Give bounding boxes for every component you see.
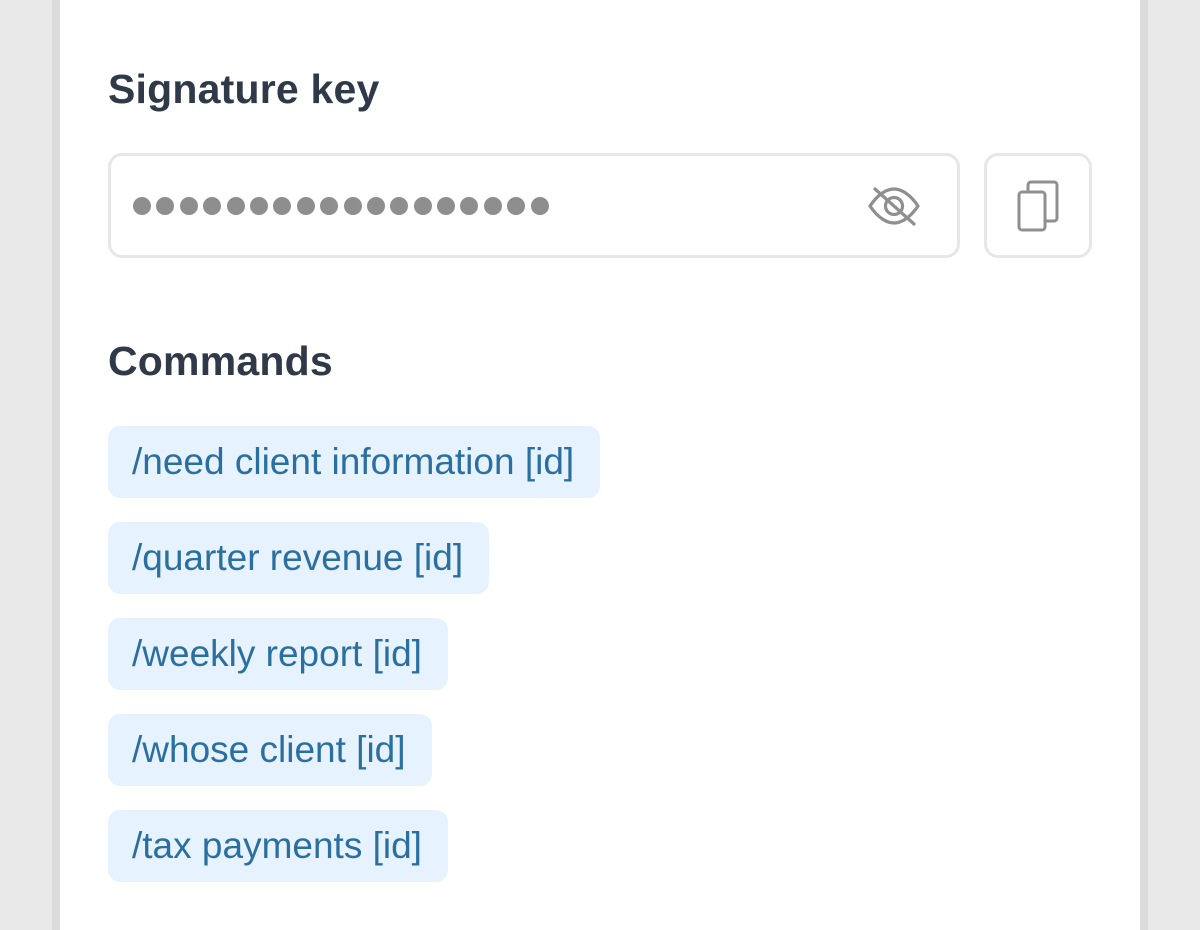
command-chip[interactable]: /tax payments [id] <box>108 810 448 882</box>
signature-key-title: Signature key <box>108 66 380 112</box>
mask-dot <box>320 197 339 215</box>
mask-dot <box>483 197 502 215</box>
mask-dot <box>156 197 175 215</box>
commands-title: Commands <box>108 338 333 384</box>
mask-dot <box>133 197 151 215</box>
mask-dot <box>507 197 526 215</box>
commands-list: /need client information [id] /quarter r… <box>108 426 1008 906</box>
copy-icon <box>1015 178 1061 234</box>
command-chip[interactable]: /weekly report [id] <box>108 618 448 690</box>
command-chip[interactable]: /need client information [id] <box>108 426 601 498</box>
signature-key-field[interactable] <box>108 153 960 258</box>
mask-dot <box>203 197 222 215</box>
mask-dot <box>179 197 198 215</box>
mask-dot <box>530 197 549 215</box>
mask-dot <box>366 197 385 215</box>
mask-dot <box>413 197 432 215</box>
mask-dot <box>296 197 315 215</box>
command-chip[interactable]: /quarter revenue [id] <box>108 522 490 594</box>
mask-dot <box>343 197 362 215</box>
mask-dot <box>390 197 409 215</box>
mask-dot <box>273 197 292 215</box>
masked-key-value <box>133 192 549 220</box>
mask-dot <box>249 197 268 215</box>
command-chip[interactable]: /whose client [id] <box>108 714 432 786</box>
mask-dot <box>226 197 245 215</box>
mask-dot <box>460 197 479 215</box>
mask-dot <box>437 197 456 215</box>
eye-slash-icon[interactable] <box>866 180 922 232</box>
copy-button[interactable] <box>984 153 1092 258</box>
